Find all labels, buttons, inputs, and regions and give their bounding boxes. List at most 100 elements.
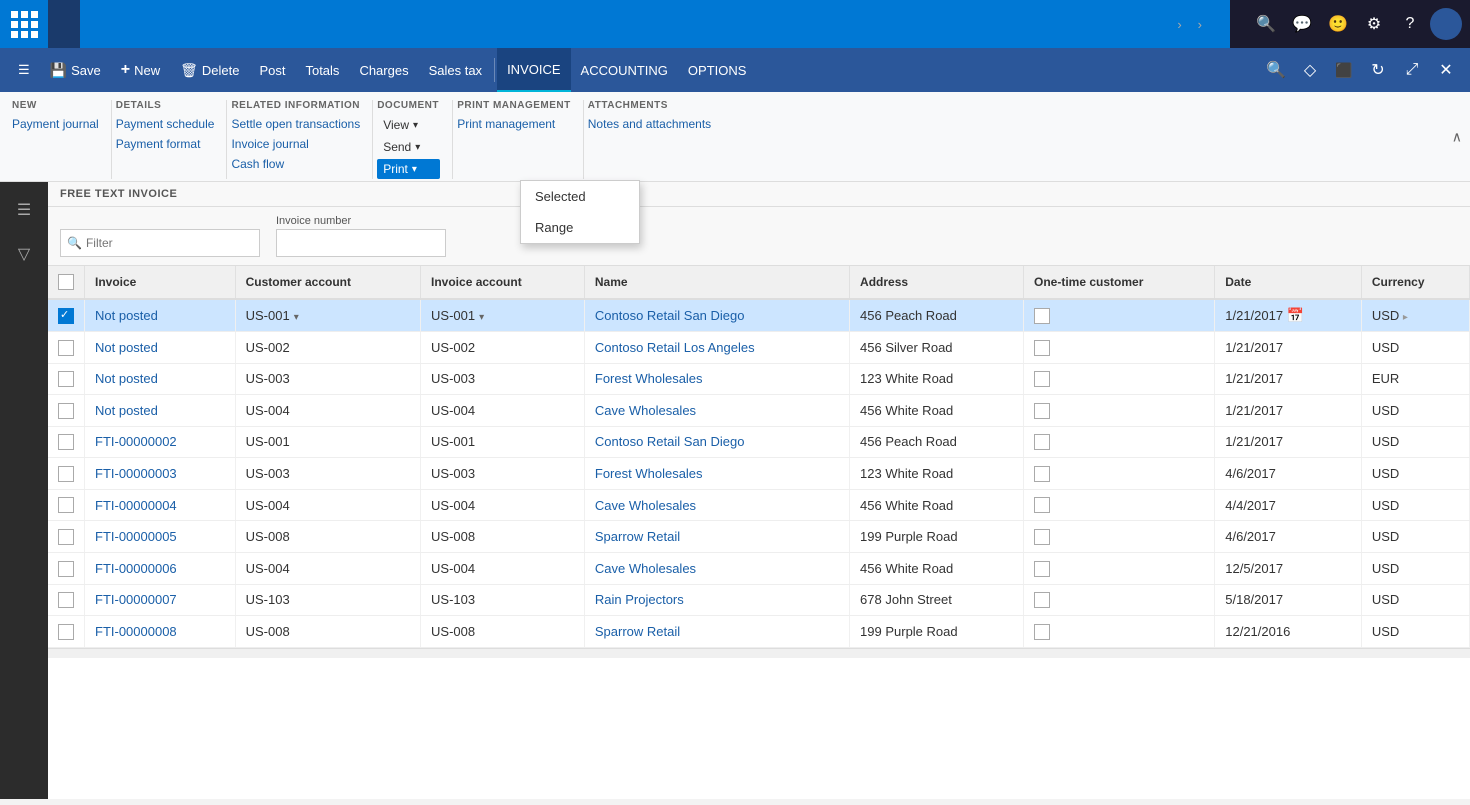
row-one-time-customer[interactable] xyxy=(1024,552,1215,584)
invoice-account-dropdown-arrow[interactable]: ▾ xyxy=(479,312,484,323)
send-button[interactable]: Send ▾ xyxy=(377,137,440,157)
name-link[interactable]: Cave Wholesales xyxy=(595,561,696,576)
one-time-customer-checkbox[interactable] xyxy=(1034,340,1050,356)
sidebar-filter-icon[interactable]: ▽ xyxy=(4,234,44,274)
tab-options[interactable]: OPTIONS xyxy=(678,48,757,92)
row-checkbox-cell[interactable] xyxy=(48,616,85,648)
row-invoice[interactable]: FTI-00000003 xyxy=(85,458,236,490)
row-customer-account[interactable]: US-103 xyxy=(235,584,420,616)
row-checkbox[interactable] xyxy=(58,371,74,387)
currency-arrow[interactable]: ▸ xyxy=(1403,312,1408,323)
row-checkbox-cell[interactable] xyxy=(48,395,85,427)
row-checkbox[interactable] xyxy=(58,340,74,356)
one-time-customer-checkbox[interactable] xyxy=(1034,466,1050,482)
cmd-refresh-icon[interactable]: ↻ xyxy=(1362,54,1394,86)
chat-button[interactable]: 💬 xyxy=(1286,8,1318,40)
row-checkbox[interactable] xyxy=(58,561,74,577)
invoice-link[interactable]: FTI-00000004 xyxy=(95,498,177,513)
payment-format-link[interactable]: Payment format xyxy=(116,135,201,153)
table-row[interactable]: FTI-00000003US-003US-003Forest Wholesale… xyxy=(48,458,1470,490)
name-link[interactable]: Forest Wholesales xyxy=(595,466,703,481)
row-checkbox[interactable] xyxy=(58,497,74,513)
table-row[interactable]: Not postedUS-001▾US-001▾Contoso Retail S… xyxy=(48,299,1470,332)
row-checkbox[interactable] xyxy=(58,466,74,482)
row-checkbox-cell[interactable] xyxy=(48,584,85,616)
cmd-search-icon[interactable]: 🔍 xyxy=(1260,54,1292,86)
invoice-link[interactable]: FTI-00000008 xyxy=(95,624,177,639)
row-invoice-account[interactable]: US-004 xyxy=(421,552,585,584)
row-checkbox-cell[interactable] xyxy=(48,332,85,364)
row-checkbox[interactable] xyxy=(58,529,74,545)
print-management-link[interactable]: Print management xyxy=(457,115,555,133)
payment-schedule-link[interactable]: Payment schedule xyxy=(116,115,215,133)
row-customer-account[interactable]: US-003 xyxy=(235,363,420,395)
row-checkbox-cell[interactable] xyxy=(48,552,85,584)
waffle-button[interactable] xyxy=(0,0,48,48)
name-link[interactable]: Cave Wholesales xyxy=(595,498,696,513)
cmd-office-icon[interactable]: ⬛ xyxy=(1328,54,1360,86)
dynamics-brand[interactable] xyxy=(48,0,80,48)
totals-button[interactable]: Totals xyxy=(295,48,349,92)
row-invoice[interactable]: FTI-00000006 xyxy=(85,552,236,584)
charges-button[interactable]: Charges xyxy=(349,48,418,92)
print-range-option[interactable]: Range xyxy=(521,212,639,243)
invoice-link[interactable]: FTI-00000006 xyxy=(95,561,177,576)
sidebar-menu-icon[interactable]: ☰ xyxy=(4,190,44,230)
table-row[interactable]: FTI-00000005US-008US-008Sparrow Retail19… xyxy=(48,521,1470,553)
save-button[interactable]: 💾 Save xyxy=(40,48,111,92)
row-one-time-customer[interactable] xyxy=(1024,458,1215,490)
name-link[interactable]: Forest Wholesales xyxy=(595,371,703,386)
name-link[interactable]: Cave Wholesales xyxy=(595,403,696,418)
row-invoice-account[interactable]: US-008 xyxy=(421,521,585,553)
row-checkbox[interactable] xyxy=(58,403,74,419)
delete-button[interactable]: 🗑 Delete xyxy=(170,48,249,92)
row-checkbox-cell[interactable] xyxy=(48,426,85,458)
filter-input[interactable] xyxy=(86,236,253,250)
row-invoice-account[interactable]: US-003 xyxy=(421,363,585,395)
row-one-time-customer[interactable] xyxy=(1024,616,1215,648)
row-checkbox[interactable] xyxy=(58,434,74,450)
name-link[interactable]: Contoso Retail San Diego xyxy=(595,434,745,449)
row-invoice[interactable]: Not posted xyxy=(85,363,236,395)
row-checkbox[interactable] xyxy=(58,624,74,640)
print-button[interactable]: Print ▾ xyxy=(377,159,440,179)
payment-journal-link[interactable]: Payment journal xyxy=(12,115,99,133)
help-button[interactable]: ? xyxy=(1394,8,1426,40)
view-button[interactable]: View ▾ xyxy=(377,115,440,135)
one-time-customer-checkbox[interactable] xyxy=(1034,624,1050,640)
row-customer-account[interactable]: US-004 xyxy=(235,552,420,584)
invoice-link[interactable]: FTI-00000002 xyxy=(95,434,177,449)
row-checkbox-cell[interactable] xyxy=(48,363,85,395)
row-invoice-account[interactable]: US-004 xyxy=(421,489,585,521)
row-checkbox[interactable] xyxy=(58,308,74,324)
col-header-checkbox[interactable] xyxy=(48,266,85,299)
tab-invoice[interactable]: INVOICE xyxy=(497,48,570,92)
header-checkbox[interactable] xyxy=(58,274,74,290)
name-link[interactable]: Contoso Retail Los Angeles xyxy=(595,340,755,355)
table-row[interactable]: FTI-00000002US-001US-001Contoso Retail S… xyxy=(48,426,1470,458)
row-invoice-account[interactable]: US-001 xyxy=(421,426,585,458)
settle-open-transactions-link[interactable]: Settle open transactions xyxy=(231,115,360,133)
row-one-time-customer[interactable] xyxy=(1024,521,1215,553)
one-time-customer-checkbox[interactable] xyxy=(1034,403,1050,419)
table-row[interactable]: Not postedUS-003US-003Forest Wholesales1… xyxy=(48,363,1470,395)
col-header-currency[interactable]: Currency xyxy=(1361,266,1469,299)
row-invoice-account[interactable]: US-004 xyxy=(421,395,585,427)
invoice-link[interactable]: FTI-00000005 xyxy=(95,529,177,544)
row-invoice[interactable]: FTI-00000005 xyxy=(85,521,236,553)
row-one-time-customer[interactable] xyxy=(1024,395,1215,427)
row-invoice-account[interactable]: US-003 xyxy=(421,458,585,490)
name-link[interactable]: Sparrow Retail xyxy=(595,624,680,639)
table-row[interactable]: FTI-00000007US-103US-103Rain Projectors6… xyxy=(48,584,1470,616)
one-time-customer-checkbox[interactable] xyxy=(1034,371,1050,387)
row-checkbox-cell[interactable] xyxy=(48,299,85,332)
row-customer-account[interactable]: US-008 xyxy=(235,521,420,553)
row-customer-account[interactable]: US-004 xyxy=(235,395,420,427)
invoice-journal-link[interactable]: Invoice journal xyxy=(231,135,308,153)
table-row[interactable]: FTI-00000004US-004US-004Cave Wholesales4… xyxy=(48,489,1470,521)
col-header-name[interactable]: Name xyxy=(584,266,849,299)
col-header-address[interactable]: Address xyxy=(850,266,1024,299)
row-invoice[interactable]: Not posted xyxy=(85,299,236,332)
table-row[interactable]: FTI-00000006US-004US-004Cave Wholesales4… xyxy=(48,552,1470,584)
one-time-customer-checkbox[interactable] xyxy=(1034,561,1050,577)
